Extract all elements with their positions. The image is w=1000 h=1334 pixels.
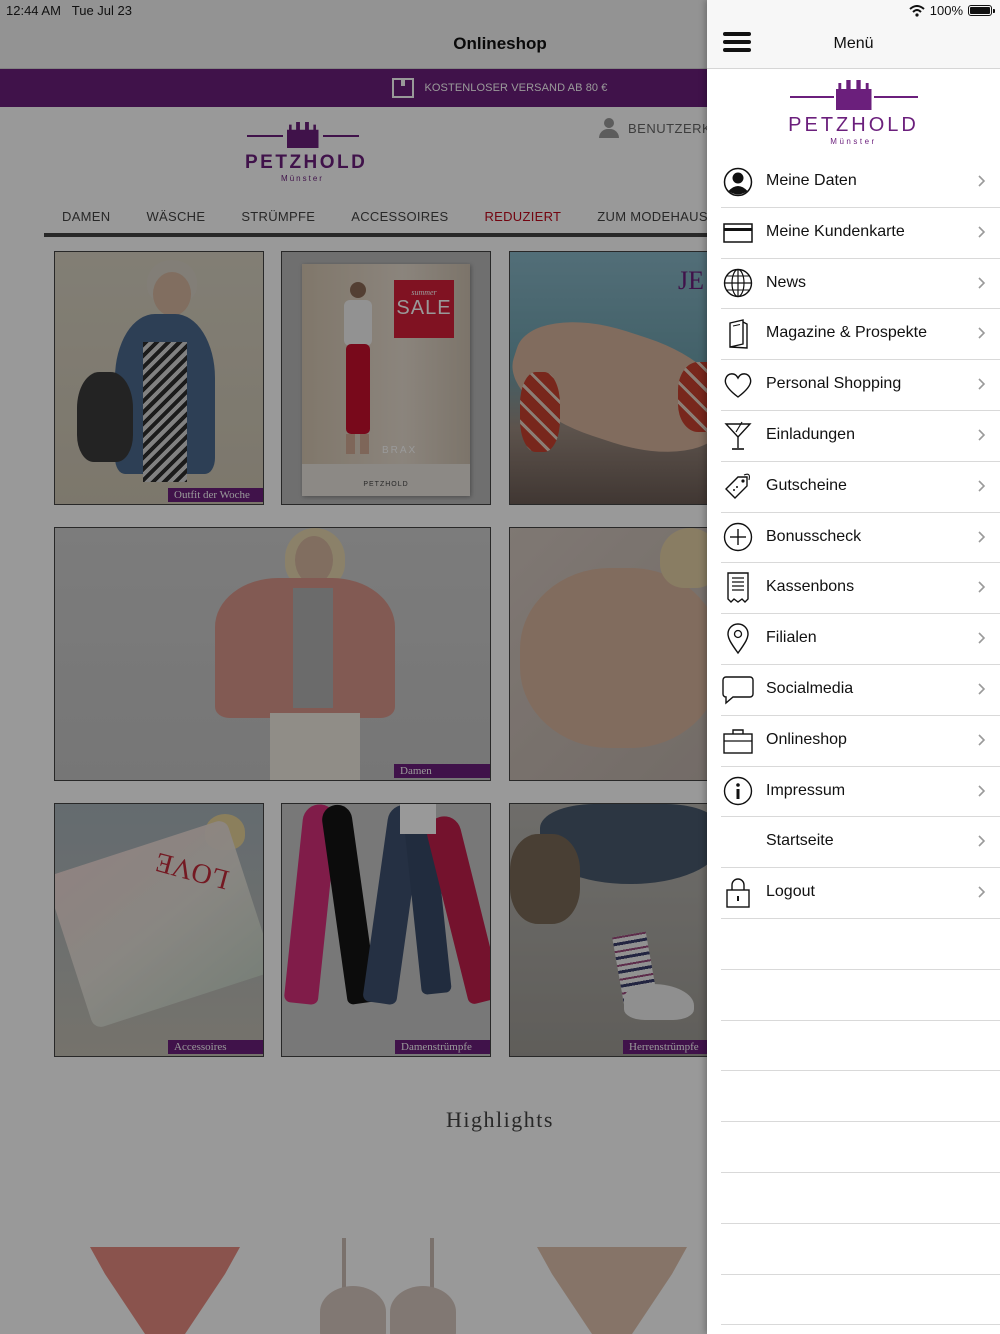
drawer-menu-list: Meine Daten Meine Kundenkarte News Magaz… [721,157,1000,1326]
drawer-title: Menü [833,35,874,52]
menu-item-label: Personal Shopping [766,375,902,393]
menu-item-meine-kundenkarte[interactable]: Meine Kundenkarte [721,208,1000,259]
plus-circle-icon [722,521,754,553]
menu-item-label: Meine Kundenkarte [766,222,905,240]
wifi-icon [909,4,925,17]
menu-item-news[interactable]: News [721,259,1000,310]
menu-item-label: Filialen [766,629,817,647]
status-time: 12:44 AM [6,3,61,18]
status-date: Tue Jul 23 [71,3,133,18]
menu-item-einladungen[interactable]: Einladungen [721,411,1000,462]
drawer-logo-city: Münster [830,137,877,146]
menu-item-startseite[interactable]: Startseite [721,817,1000,869]
empty-menu-row [721,1071,1000,1123]
empty-menu-row [721,1122,1000,1173]
chevron-right-icon [978,734,986,746]
shopping-bag-icon [722,725,754,757]
menu-item-impressum[interactable]: Impressum [721,767,1000,818]
menu-item-label: Meine Daten [766,172,857,189]
globe-icon [722,267,754,299]
chevron-right-icon [978,632,986,644]
empty-menu-row [721,1275,1000,1326]
tag-icon [722,471,754,503]
chevron-right-icon [978,480,986,492]
menu-item-label: Magazine & Prospekte [766,324,927,342]
menu-item-onlineshop[interactable]: Onlineshop [721,716,1000,767]
status-bar: 12:44 AM Tue Jul 23 100% [0,0,1000,20]
heart-icon [722,369,754,401]
card-icon [722,217,754,249]
menu-item-label: Kassenbons [766,578,855,596]
menu-item-personal-shopping[interactable]: Personal Shopping [721,360,1000,411]
chevron-right-icon [978,835,986,847]
chevron-right-icon [978,327,986,339]
menu-item-label: Logout [766,883,815,901]
empty-menu-row [721,1173,1000,1224]
menu-item-label: Impressum [766,781,846,799]
location-pin-icon [722,623,754,655]
menu-item-label: Startseite [766,832,834,850]
drawer-logo-word: PETZHOLD [788,114,919,136]
chevron-right-icon [978,277,986,289]
menu-item-label: Gutscheine [766,476,847,494]
menu-item-meine-daten[interactable]: Meine Daten [721,157,1000,208]
chevron-right-icon [978,683,986,695]
menu-item-label: News [766,273,807,291]
chat-bubble-icon [722,674,754,706]
empty-menu-row [721,1021,1000,1072]
empty-menu-row [721,1224,1000,1275]
chevron-right-icon [978,175,986,187]
drawer-logo: PETZHOLD Münster [787,80,920,146]
chevron-right-icon [978,886,986,898]
user-circle-icon [722,166,754,198]
menu-item-label: Socialmedia [766,679,854,697]
menu-item-gutscheine[interactable]: Gutscheine [721,462,1000,513]
battery-icon [968,5,995,16]
empty-menu-row [721,919,1000,970]
chevron-right-icon [978,784,986,797]
menu-item-label: Bonusscheck [766,527,862,545]
battery-percent: 100% [929,3,963,18]
menu-item-magazine-prospekte[interactable]: Magazine & Prospekte [721,309,1000,361]
info-icon [722,775,754,807]
lock-icon [722,877,754,909]
cocktail-icon [722,420,754,452]
menu-item-filialen[interactable]: Filialen [721,614,1000,665]
chevron-right-icon [978,581,986,593]
chevron-right-icon [978,531,986,543]
side-menu-drawer: Menü PETZHOLD Münster Meine Daten Meine … [707,0,1000,1334]
menu-item-label: Onlineshop [766,730,847,748]
receipt-icon [722,572,754,604]
menu-item-label: Einladungen [766,425,855,443]
menu-item-socialmedia[interactable]: Socialmedia [721,665,1000,716]
magazine-icon [722,318,754,350]
menu-item-logout[interactable]: Logout [721,868,1000,919]
chevron-right-icon [978,226,986,238]
menu-item-bonusscheck[interactable]: Bonusscheck [721,513,1000,564]
castle-logo-icon [789,80,918,110]
chevron-right-icon [978,429,986,441]
chevron-right-icon [978,378,986,390]
menu-item-kassenbons[interactable]: Kassenbons [721,563,1000,615]
empty-menu-row [721,970,1000,1021]
